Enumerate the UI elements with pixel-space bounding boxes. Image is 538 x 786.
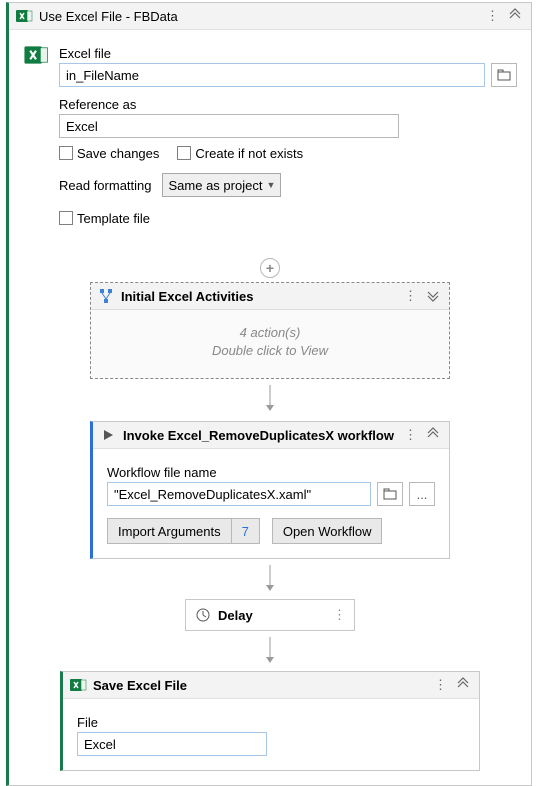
use-excel-file-activity[interactable]: Use Excel File - FBData ⋮ Excel file — [6, 2, 532, 786]
excel-file-input[interactable] — [59, 63, 485, 87]
more-icon[interactable]: ⋮ — [333, 607, 346, 622]
browse-folder-button[interactable] — [491, 63, 517, 87]
excel-icon — [23, 42, 49, 68]
arguments-count-badge[interactable]: 7 — [232, 518, 260, 544]
collapse-icon[interactable] — [457, 677, 469, 693]
more-icon[interactable]: ⋮ — [486, 8, 499, 24]
panel-header[interactable]: Invoke Excel_RemoveDuplicatesX workflow … — [93, 422, 449, 449]
excel-icon — [15, 7, 33, 25]
collapse-icon[interactable] — [509, 8, 521, 24]
panel-header[interactable]: Initial Excel Activities ⋮ — [91, 283, 449, 310]
panel-title: Use Excel File - FBData — [39, 9, 480, 24]
open-workflow-button[interactable]: Open Workflow — [272, 518, 383, 544]
more-icon[interactable]: ⋮ — [404, 427, 417, 443]
workflow-file-name-label: Workflow file name — [107, 465, 435, 480]
panel-title: Invoke Excel_RemoveDuplicatesX workflow — [123, 428, 398, 443]
collapsed-info[interactable]: 4 action(s) Double click to View — [91, 310, 449, 378]
expand-icon[interactable] — [427, 288, 439, 304]
workflow-file-name-input[interactable] — [107, 482, 371, 506]
excel-file-label: Excel file — [59, 46, 517, 61]
import-arguments-button[interactable]: Import Arguments — [107, 518, 232, 544]
template-file-checkbox[interactable]: Template file — [59, 211, 150, 226]
read-formatting-label: Read formatting — [59, 178, 152, 193]
add-activity-button[interactable]: + — [260, 258, 280, 278]
more-icon[interactable]: ⋮ — [404, 288, 417, 304]
clock-icon — [194, 606, 212, 624]
create-if-not-exists-checkbox[interactable]: Create if not exists — [177, 146, 303, 161]
flow-arrow-icon — [264, 385, 276, 413]
sequence-icon — [97, 287, 115, 305]
collapse-icon[interactable] — [427, 427, 439, 443]
reference-as-label: Reference as — [59, 97, 517, 112]
browse-folder-button[interactable] — [377, 482, 403, 506]
read-formatting-dropdown[interactable]: Same as project — [162, 173, 282, 197]
more-icon[interactable]: ⋮ — [434, 677, 447, 693]
panel-title: Save Excel File — [93, 678, 428, 693]
panel-header[interactable]: Save Excel File ⋮ — [63, 672, 479, 699]
flow-arrow-icon — [264, 637, 276, 665]
panel-title: Initial Excel Activities — [121, 289, 398, 304]
delay-activity[interactable]: Delay ⋮ — [185, 599, 355, 631]
panel-body: Excel file Reference as Save changes Cre… — [9, 30, 531, 785]
play-icon — [99, 426, 117, 444]
reference-as-input[interactable] — [59, 114, 399, 138]
more-options-button[interactable]: ... — [409, 482, 435, 506]
save-excel-file-activity[interactable]: Save Excel File ⋮ File — [60, 671, 480, 771]
panel-header[interactable]: Use Excel File - FBData ⋮ — [9, 3, 531, 30]
file-input[interactable] — [77, 732, 267, 756]
excel-icon — [69, 676, 87, 694]
flow-arrow-icon — [264, 565, 276, 593]
invoke-workflow-activity[interactable]: Invoke Excel_RemoveDuplicatesX workflow … — [90, 421, 450, 559]
save-changes-checkbox[interactable]: Save changes — [59, 146, 159, 161]
file-label: File — [77, 715, 465, 730]
initial-excel-activities-activity[interactable]: Initial Excel Activities ⋮ 4 action(s) D… — [90, 282, 450, 379]
panel-title: Delay — [218, 608, 253, 623]
